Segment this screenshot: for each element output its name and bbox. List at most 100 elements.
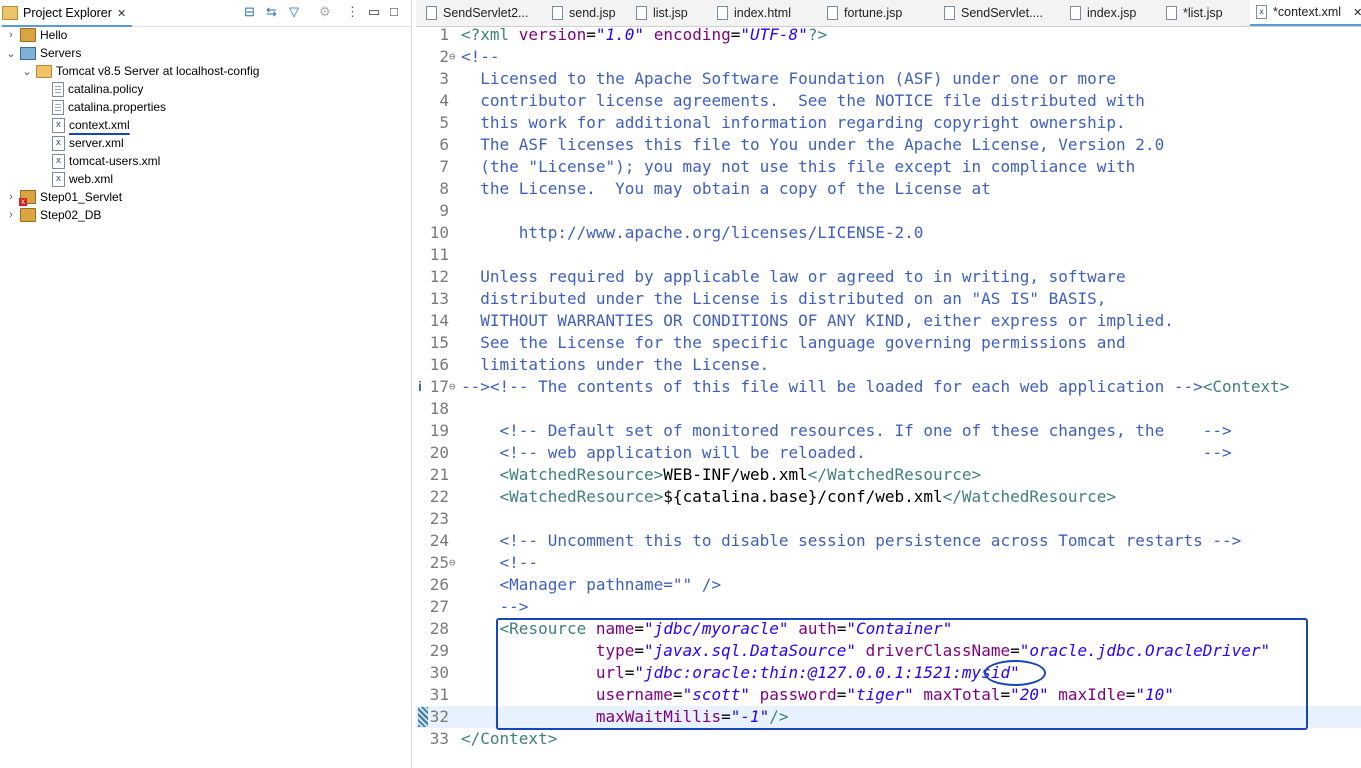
tree-item[interactable]: catalina.properties <box>38 98 166 116</box>
code-token: this work for additional information reg… <box>461 113 1126 132</box>
fold-toggle-icon[interactable]: ⊖ <box>449 376 459 398</box>
code-token: http://www.apache.org/licenses/LICENSE-2… <box>461 223 924 242</box>
tree-item[interactable]: x context.xml <box>38 116 130 134</box>
line-number: 12 <box>429 267 449 286</box>
tree-item-label: catalina.properties <box>68 100 167 114</box>
chevron-down-icon[interactable]: ⌄ <box>6 47 16 60</box>
line-number: 10 <box>429 223 449 242</box>
project-explorer-icon <box>2 6 18 20</box>
filter-icon[interactable]: ▽ <box>289 4 299 20</box>
code-token: <Context> <box>1202 377 1290 396</box>
code-token: "UTF-8" <box>740 25 808 44</box>
code-line: 6 The ASF licenses this file to You unde… <box>416 134 1361 156</box>
tree-item[interactable]: ⌄ Servers <box>6 44 81 62</box>
tree-item-label: catalina.policy <box>68 82 144 96</box>
editor-tab[interactable]: SendServlet2... <box>420 0 528 26</box>
line-number: 21 <box>429 465 449 484</box>
minimize-icon[interactable]: ▭ <box>368 4 380 20</box>
link-editor-icon[interactable]: ⇆ <box>266 4 277 20</box>
code-token: xml <box>480 25 519 44</box>
fold-toggle-icon[interactable]: ⊖ <box>449 552 459 574</box>
code-token: <!-- Uncomment this to disable session p… <box>461 531 1242 550</box>
fold-toggle-icon[interactable]: ⊖ <box>449 46 459 68</box>
code-line: 14 WITHOUT WARRANTIES OR CONDITIONS OF A… <box>416 310 1361 332</box>
file-icon <box>52 81 64 97</box>
tree-item-label: tomcat-users.xml <box>69 154 161 168</box>
code-text: <WatchedResource>WEB-INF/web.xml</Watche… <box>461 464 982 486</box>
editor-tab[interactable]: list.jsp <box>630 0 688 26</box>
code-line: 2 ⊖ <!-- <box>416 46 1361 68</box>
code-line: 23 <box>416 508 1361 530</box>
code-token: See the License for the specific languag… <box>461 333 1126 352</box>
sync-icon[interactable]: ⚙ <box>319 4 331 20</box>
error-project-icon <box>19 190 36 206</box>
chevron-right-icon[interactable]: › <box>6 209 16 221</box>
line-number: 22 <box>429 487 449 506</box>
tab-label: list.jsp <box>653 6 688 20</box>
code-line: 19 <!-- Default set of monitored resourc… <box>416 420 1361 442</box>
line-number: 28 <box>429 619 449 638</box>
code-token: distributed under the License is distrib… <box>461 289 1107 308</box>
close-icon[interactable]: ✕ <box>1353 6 1361 19</box>
editor-tab[interactable]: *list.jsp <box>1160 0 1223 26</box>
line-number: 27 <box>429 597 449 616</box>
code-line: 22 <WatchedResource>${catalina.base}/con… <box>416 486 1361 508</box>
editor-tab[interactable]: index.html <box>711 0 791 26</box>
editor-tab[interactable]: SendServlet.... <box>938 0 1043 26</box>
tab-label: index.html <box>734 6 791 20</box>
line-number: 11 <box>429 245 449 264</box>
code-text: See the License for the specific languag… <box>461 332 1126 354</box>
tree-item-label: server.xml <box>69 136 124 150</box>
code-line: 11 <box>416 244 1361 266</box>
code-line: 20 <!-- web application will be reloaded… <box>416 442 1361 464</box>
code-token: ${catalina.base}/conf/web.xml <box>663 487 943 506</box>
tree-item[interactable]: › Step02_DB <box>6 206 101 224</box>
tree-item[interactable]: x web.xml <box>38 170 113 188</box>
tab-label: SendServlet.... <box>961 6 1043 20</box>
editor-tab[interactable]: index.jsp <box>1064 0 1136 26</box>
editor-tab[interactable]: send.jsp <box>546 0 616 26</box>
project-explorer-panel: Project Explorer ✕ ⊟ ⇆ ▽ ⚙ ⋮ ▭ □ › Hello ⌄… <box>0 0 412 768</box>
tab-project-explorer[interactable]: Project Explorer ✕ <box>2 1 133 27</box>
tree-item[interactable]: x server.xml <box>38 134 124 152</box>
chevron-right-icon[interactable]: › <box>6 29 16 41</box>
line-number: 14 <box>429 311 449 330</box>
close-icon[interactable]: ✕ <box>117 7 126 20</box>
line-number: 29 <box>429 641 449 660</box>
code-text: --><!-- The contents of this file will b… <box>461 376 1289 398</box>
line-number: 9 <box>439 201 449 220</box>
tree-item[interactable]: ⌄ Tomcat v8.5 Server at localhost-config <box>22 62 259 80</box>
file-icon <box>636 6 647 20</box>
code-text: limitations under the License. <box>461 354 769 376</box>
chevron-down-icon[interactable]: ⌄ <box>22 65 32 78</box>
editor-tab[interactable]: fortune.jsp <box>821 0 902 26</box>
tab-label: *context.xml <box>1273 5 1342 19</box>
collapse-all-icon[interactable]: ⊟ <box>244 4 255 20</box>
tree-item[interactable]: › Step01_Servlet <box>6 188 122 206</box>
tree-item[interactable]: catalina.policy <box>38 80 143 98</box>
code-text: contributor license agreements. See the … <box>461 90 1145 112</box>
chevron-right-icon[interactable]: › <box>6 191 16 203</box>
editor-tab[interactable]: x *context.xml ✕ <box>1250 0 1361 26</box>
code-token: limitations under the License. <box>461 355 770 374</box>
maximize-icon[interactable]: □ <box>390 4 398 19</box>
code-text: the License. You may obtain a copy of th… <box>461 178 991 200</box>
tree-item-label: Servers <box>40 46 82 60</box>
code-token: (the "License"); you may not use this fi… <box>461 157 1136 176</box>
xml-file-icon: x <box>52 117 65 133</box>
file-icon <box>1070 6 1081 20</box>
code-line: 33 </Context> <box>416 728 1361 750</box>
tab-label: fortune.jsp <box>844 6 903 20</box>
view-menu-icon[interactable]: ⋮ <box>346 4 359 20</box>
tree-item-label: Hello <box>40 28 68 42</box>
code-token: --><!-- The contents of this file will b… <box>461 377 1203 396</box>
code-line: 10 http://www.apache.org/licenses/LICENS… <box>416 222 1361 244</box>
code-token: <!-- web application will be reloaded. -… <box>461 443 1232 462</box>
tree-item[interactable]: › Hello <box>6 26 67 44</box>
line-number: 15 <box>429 333 449 352</box>
tree-item[interactable]: x tomcat-users.xml <box>38 152 160 170</box>
project-icon <box>20 208 36 222</box>
line-number: 31 <box>429 685 449 704</box>
code-text: http://www.apache.org/licenses/LICENSE-2… <box>461 222 924 244</box>
